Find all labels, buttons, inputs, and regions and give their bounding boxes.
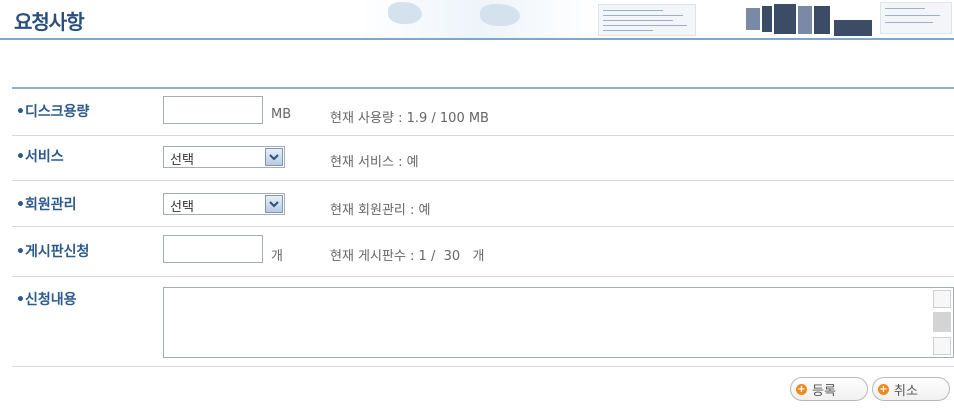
banner-photo [798, 6, 812, 34]
banner-photo [762, 6, 772, 32]
request-content-textarea[interactable] [163, 287, 954, 358]
banner-photo [834, 20, 872, 36]
service-select-value: 선택 [170, 153, 194, 168]
disk-usage-info: 현재 사용량 : 1.9 / 100 MB [330, 111, 489, 126]
globe-decoration [480, 4, 520, 26]
disk-capacity-input[interactable] [163, 96, 263, 124]
board-count-input[interactable] [163, 235, 263, 263]
disk-unit-label: MB [271, 107, 292, 122]
disk-capacity-label: •디스크용량 [16, 104, 90, 120]
board-unit-label: 개 [271, 249, 283, 264]
disk-capacity-row: •디스크용량 MB 현재 사용량 : 1.9 / 100 MB [12, 89, 954, 136]
banner-photo [746, 8, 760, 30]
cancel-button[interactable]: + 취소 [872, 377, 950, 401]
service-select[interactable]: 선택 [163, 146, 285, 168]
banner-thumbnail [880, 2, 952, 34]
member-management-row: •회원관리 선택 현재 회원관리 : 예 [12, 181, 954, 227]
request-content-row: •신청내용 [12, 277, 954, 367]
register-button[interactable]: + 등록 [790, 377, 868, 401]
service-label: •서비스 [16, 149, 64, 165]
page-title: 요청사항 [14, 10, 85, 34]
member-management-info: 현재 회원관리 : 예 [330, 203, 431, 218]
chevron-down-icon[interactable] [265, 195, 283, 213]
plus-circle-icon: + [878, 383, 889, 395]
board-count-info: 현재 게시판수 : 1 / 30 개 [330, 249, 485, 264]
member-management-select-value: 선택 [170, 200, 194, 215]
register-button-label: 등록 [812, 383, 836, 399]
page-header: 요청사항 [0, 0, 954, 44]
service-row: •서비스 선택 현재 서비스 : 예 [12, 136, 954, 181]
header-divider [0, 38, 954, 40]
service-info: 현재 서비스 : 예 [330, 155, 419, 170]
scroll-down-icon[interactable] [933, 337, 951, 355]
header-banner [360, 0, 954, 38]
request-content-label: •신청내용 [16, 292, 77, 308]
member-management-label: •회원관리 [16, 197, 77, 213]
board-request-label: •게시판신청 [16, 244, 90, 260]
banner-photo [814, 6, 830, 34]
cancel-button-label: 취소 [894, 383, 918, 399]
textarea-scrollbar[interactable] [933, 290, 951, 355]
banner-photo [774, 4, 796, 34]
plus-circle-icon: + [796, 383, 807, 395]
banner-thumbnail [598, 4, 696, 36]
member-management-select[interactable]: 선택 [163, 193, 285, 215]
board-request-row: •게시판신청 개 현재 게시판수 : 1 / 30 개 [12, 227, 954, 277]
chevron-down-icon[interactable] [265, 148, 283, 166]
globe-decoration [388, 2, 422, 24]
scroll-up-icon[interactable] [933, 290, 951, 308]
scroll-thumb[interactable] [933, 312, 951, 332]
